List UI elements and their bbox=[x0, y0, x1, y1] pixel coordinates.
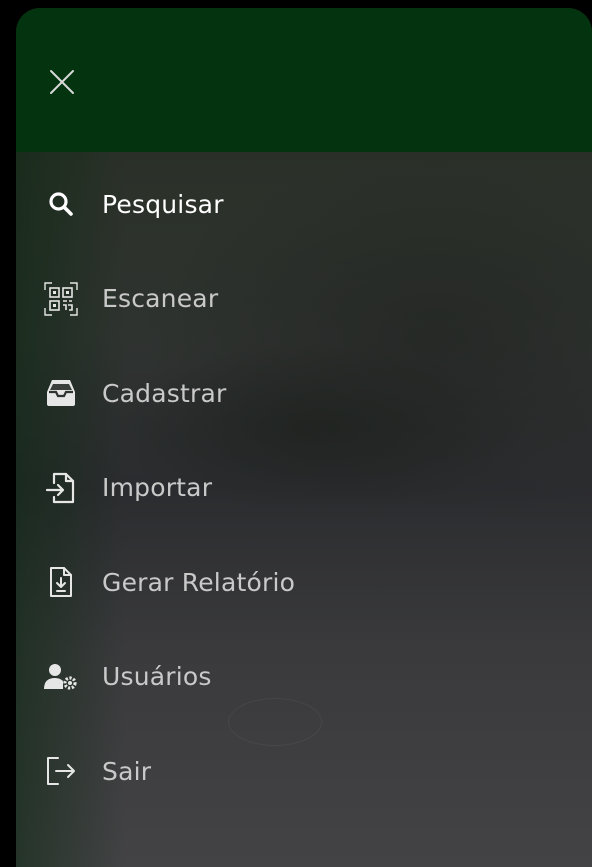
menu-item-label: Cadastrar bbox=[102, 378, 227, 408]
logout-icon bbox=[44, 754, 78, 788]
drawer-menu: Pesquisar Escanear Cadastrar Importar Ge… bbox=[16, 157, 592, 819]
menu-item-label: Usuários bbox=[102, 662, 212, 692]
menu-item-cadastrar[interactable]: Cadastrar bbox=[16, 346, 592, 441]
menu-item-escanear[interactable]: Escanear bbox=[16, 252, 592, 347]
drawer-header bbox=[16, 8, 592, 152]
close-icon bbox=[50, 70, 74, 94]
menu-item-label: Pesquisar bbox=[102, 189, 224, 219]
menu-item-label: Importar bbox=[102, 473, 213, 503]
inbox-tray-icon bbox=[44, 376, 78, 410]
close-button[interactable] bbox=[38, 58, 86, 106]
file-download-icon bbox=[44, 565, 78, 599]
menu-item-label: Gerar Relatório bbox=[102, 567, 296, 597]
file-import-icon bbox=[44, 471, 78, 505]
menu-item-label: Escanear bbox=[102, 284, 219, 314]
menu-item-sair[interactable]: Sair bbox=[16, 724, 592, 819]
menu-item-label: Sair bbox=[102, 756, 152, 786]
menu-item-importar[interactable]: Importar bbox=[16, 441, 592, 536]
menu-item-usuarios[interactable]: Usuários bbox=[16, 630, 592, 725]
qr-code-icon bbox=[44, 282, 78, 316]
users-gear-icon bbox=[44, 660, 78, 694]
menu-item-pesquisar[interactable]: Pesquisar bbox=[16, 157, 592, 252]
search-icon bbox=[44, 187, 78, 221]
menu-item-gerar-relatorio[interactable]: Gerar Relatório bbox=[16, 535, 592, 630]
navigation-drawer: Pesquisar Escanear Cadastrar Importar Ge… bbox=[16, 8, 592, 867]
